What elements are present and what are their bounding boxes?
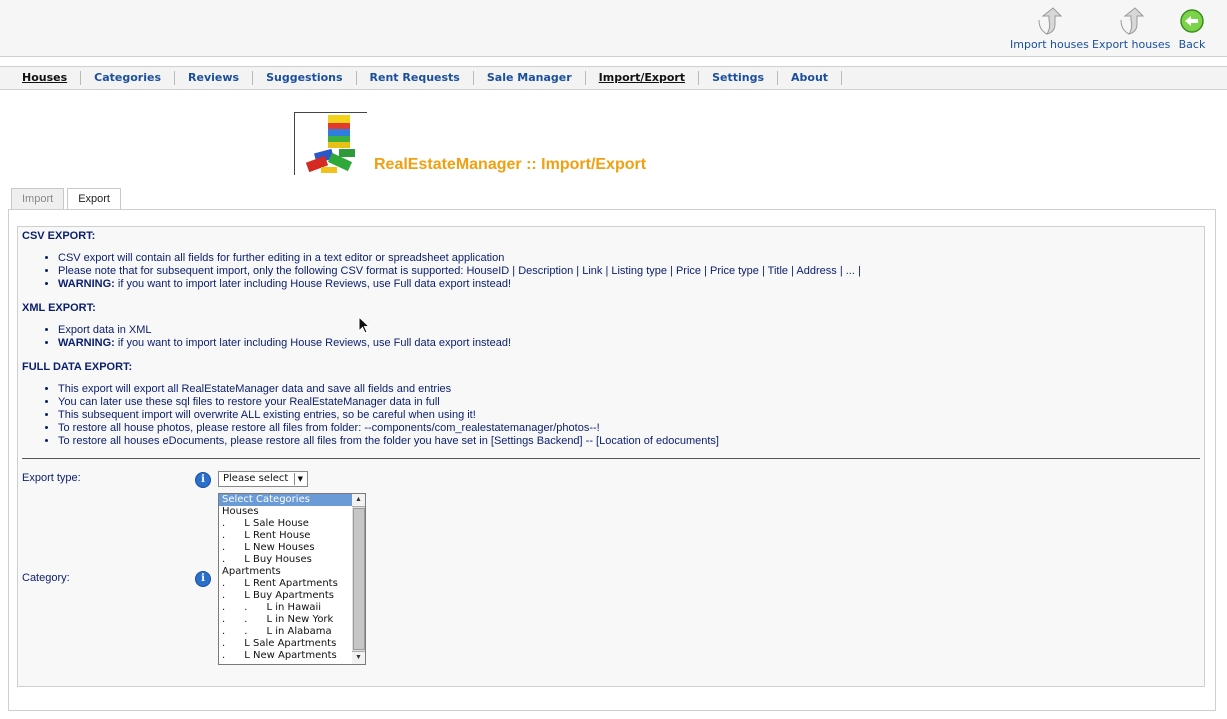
scroll-down-icon[interactable]: ▼	[352, 651, 365, 664]
category-option[interactable]: . L Rent House	[219, 530, 352, 542]
category-option[interactable]: Select Categories	[219, 494, 352, 506]
list-item: Export data in XML	[58, 324, 511, 337]
main-menu-bar: Houses Categories Reviews Suggestions Re…	[0, 66, 1227, 90]
back-label: Back	[1178, 38, 1206, 51]
import-houses-button[interactable]: Import houses	[1010, 6, 1089, 51]
mouse-cursor-icon	[358, 315, 371, 337]
tab-import[interactable]: Import	[11, 188, 65, 209]
list-item: To restore all house photos, please rest…	[58, 422, 719, 435]
import-houses-label: Import houses	[1010, 38, 1089, 51]
scroll-thumb[interactable]	[353, 508, 365, 650]
import-arrow-icon	[1034, 6, 1064, 36]
menu-item-settings[interactable]: Settings	[699, 71, 779, 85]
category-option[interactable]: . L Buy Apartments	[219, 590, 352, 602]
category-option[interactable]: . L Buy Houses	[219, 554, 352, 566]
category-listbox[interactable]: Select Categories Houses. L Sale House. L…	[218, 493, 353, 665]
section-divider	[22, 458, 1200, 459]
back-button[interactable]: Back	[1177, 6, 1207, 51]
category-option[interactable]: . L Rent Apartments	[219, 578, 352, 590]
menu-item-reviews[interactable]: Reviews	[175, 71, 254, 85]
toolbar: Import houses Export houses Back	[0, 0, 1227, 57]
menu-item-about[interactable]: About	[778, 71, 843, 85]
menu-item-sale-manager[interactable]: Sale Manager	[474, 71, 586, 85]
export-type-value: Please select	[223, 473, 289, 484]
back-arrow-icon	[1177, 6, 1207, 36]
info-icon[interactable]: i	[195, 571, 211, 587]
export-type-label: Export type:	[22, 472, 81, 484]
scroll-up-icon[interactable]: ▲	[352, 494, 365, 507]
csv-export-list: CSV export will contain all fields for f…	[40, 252, 861, 291]
list-item: This export will export all RealEstateMa…	[58, 383, 719, 396]
category-option[interactable]: . L New Houses	[219, 542, 352, 554]
list-item: This subsequent import will overwrite AL…	[58, 409, 719, 422]
list-item: WARNING: if you want to import later inc…	[58, 337, 511, 350]
menu-item-suggestions[interactable]: Suggestions	[253, 71, 357, 85]
export-type-select[interactable]: Please select ▼	[218, 471, 309, 487]
category-option[interactable]: . . L in Hawaii	[219, 602, 352, 614]
category-option[interactable]: . . L in New York	[219, 614, 352, 626]
export-panel: CSV EXPORT: CSV export will contain all …	[17, 226, 1205, 687]
export-houses-button[interactable]: Export houses	[1092, 6, 1170, 51]
xml-export-list: Export data in XML WARNING: if you want …	[40, 324, 511, 350]
category-scrollbar[interactable]: ▲ ▼	[352, 493, 366, 665]
main-menu: Houses Categories Reviews Suggestions Re…	[9, 70, 843, 86]
category-label: Category:	[22, 572, 70, 584]
list-item: CSV export will contain all fields for f…	[58, 252, 861, 265]
menu-item-categories[interactable]: Categories	[81, 71, 176, 85]
list-item: Please note that for subsequent import, …	[58, 265, 861, 278]
list-item: You can later use these sql files to res…	[58, 396, 719, 409]
export-arrow-icon	[1116, 6, 1146, 36]
category-option[interactable]: . L New Apartments	[219, 650, 352, 662]
blocks-logo-icon	[294, 112, 367, 175]
xml-export-heading: XML EXPORT:	[22, 302, 96, 314]
category-option[interactable]: . L Sale Apartments	[219, 638, 352, 650]
category-option[interactable]: . L Sale House	[219, 518, 352, 530]
page-header: RealEstateManager :: Import/Export	[0, 96, 1227, 186]
menu-item-houses[interactable]: Houses	[9, 71, 82, 85]
info-icon[interactable]: i	[195, 472, 211, 488]
csv-export-heading: CSV EXPORT:	[22, 230, 96, 242]
category-option[interactable]: Apartments	[219, 566, 352, 578]
tab-bar: Import Export	[11, 188, 124, 210]
list-item: To restore all houses eDocuments, please…	[58, 435, 719, 448]
full-export-list: This export will export all RealEstateMa…	[40, 383, 719, 448]
chevron-down-icon: ▼	[294, 473, 305, 485]
list-item: WARNING: if you want to import later inc…	[58, 278, 861, 291]
tab-export[interactable]: Export	[67, 188, 121, 210]
export-houses-label: Export houses	[1092, 38, 1171, 51]
category-option[interactable]: Houses	[219, 506, 352, 518]
full-export-heading: FULL DATA EXPORT:	[22, 361, 133, 373]
page-title: RealEstateManager :: Import/Export	[374, 156, 647, 173]
menu-item-rent-requests[interactable]: Rent Requests	[357, 71, 474, 85]
category-option[interactable]: . . L in Alabama	[219, 626, 352, 638]
menu-item-import-export[interactable]: Import/Export	[586, 71, 700, 85]
